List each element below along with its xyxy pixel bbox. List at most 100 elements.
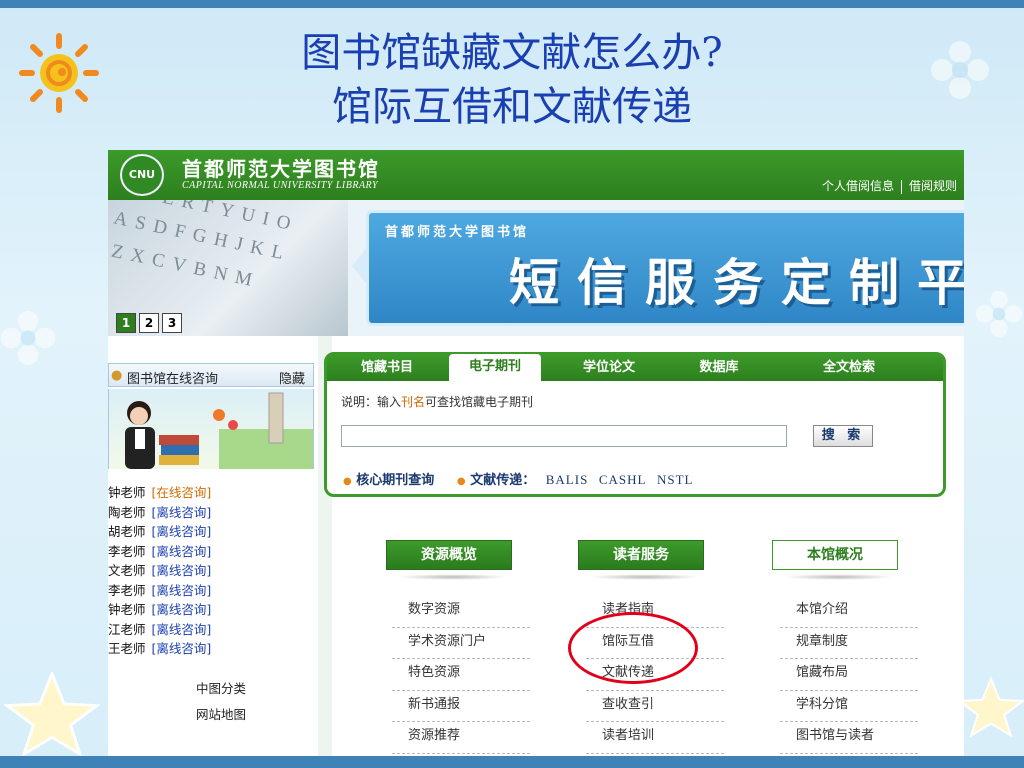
offline-consult-link[interactable]: [离线咨询]	[152, 524, 212, 539]
banner-big-title: 短信服务定制平	[509, 253, 964, 312]
core-journal-link[interactable]: 核心期刊查询	[356, 473, 434, 488]
library-name-cn[interactable]: 首都师范大学图书馆	[182, 153, 380, 182]
consult-title: 图书馆在线咨询	[127, 372, 219, 387]
search-desc-suffix: 可查找馆藏电子期刊	[425, 395, 534, 409]
link-cashl[interactable]: CASHL	[599, 472, 647, 487]
teacher-name: 钟老师	[108, 485, 146, 500]
teacher-name: 李老师	[108, 543, 146, 559]
star-decoration-icon	[958, 675, 1024, 738]
teacher-name: 胡老师	[108, 524, 146, 539]
section-reader-services-button[interactable]: 读者服务	[578, 540, 704, 570]
banner-page-2[interactable]: 2	[139, 313, 159, 333]
bullet-icon: ●	[456, 476, 466, 487]
site-header: CNU 首都师范大学图书馆 CAPITAL NORMAL UNIVERSITY …	[108, 150, 964, 200]
tab-databases[interactable]: 数据库	[673, 355, 765, 381]
flower-decoration-icon	[975, 290, 1023, 338]
link-balis[interactable]: BALIS	[546, 472, 589, 487]
slide-title: 图书馆缺藏文献怎么办? 馆际互借和文献传递	[0, 26, 1024, 134]
link-sitemap[interactable]: 网站地图	[196, 702, 246, 728]
banner-page-1[interactable]: 1	[116, 313, 136, 333]
list-item[interactable]: 特色资源	[392, 659, 530, 691]
teacher-name: 陶老师	[108, 504, 146, 520]
online-consult-link[interactable]: [在线咨询]	[152, 485, 212, 500]
teacher-illustration-icon	[125, 392, 313, 469]
teacher-row[interactable]: 钟老师 [离线咨询]	[108, 600, 314, 620]
consult-header: ● 图书馆在线咨询 隐藏	[108, 363, 314, 387]
consult-hide-button[interactable]: 隐藏	[279, 368, 305, 387]
list-item[interactable]: 规章制度	[780, 628, 918, 659]
slide-title-line1: 图书馆缺藏文献怎么办?	[301, 30, 723, 76]
search-quick-links: ● 核心期刊查询 ● 文献传递： BALIS CASHL NSTL	[343, 469, 693, 488]
list-item[interactable]: 读者培训	[586, 722, 724, 754]
journal-search-input[interactable]	[341, 425, 787, 447]
section-resources-list: 数字资源 学术资源门户 特色资源 新书通报 资源推荐	[392, 596, 530, 754]
search-panel: 馆藏书目 电子期刊 学位论文 数据库 全文检索 说明：输入刊名可查找馆藏电子期刊…	[324, 352, 946, 497]
teacher-list: 钟老师 [在线咨询] 陶老师 [离线咨询] 胡老师 [离线咨询] 李老师 [离线咨询] 文老师 […	[108, 483, 314, 659]
banner-panel[interactable]: 首都师范大学图书馆 短信服务定制平	[366, 210, 964, 326]
tab-ejournals[interactable]: 电子期刊	[449, 354, 541, 382]
list-item[interactable]: 学术资源门户	[392, 628, 530, 659]
tab-fulltext[interactable]: 全文检索	[789, 355, 909, 381]
slide-bottom-bar	[0, 756, 1024, 768]
teacher-row[interactable]: 钟老师 [在线咨询]	[108, 483, 314, 503]
teacher-name: 文老师	[108, 563, 146, 578]
teacher-row[interactable]: 江老师 [离线咨询]	[108, 620, 314, 640]
offline-consult-link[interactable]: [离线咨询]	[152, 622, 212, 637]
search-button[interactable]: 搜 索	[813, 425, 873, 447]
slide-title-line2: 馆际互借和文献传递	[332, 84, 692, 130]
consult-illustration	[108, 389, 314, 469]
list-item[interactable]: 图书馆与读者	[780, 722, 918, 754]
search-description: 说明：输入刊名可查找馆藏电子期刊	[341, 393, 533, 410]
search-tabs: 馆藏书目 电子期刊 学位论文 数据库 全文检索	[327, 354, 943, 382]
library-name-en: CAPITAL NORMAL UNIVERSITY LIBRARY	[182, 180, 379, 191]
teacher-row[interactable]: 胡老师 [离线咨询]	[108, 522, 314, 542]
header-link-borrow-info[interactable]: 个人借阅信息	[815, 179, 901, 193]
tab-theses[interactable]: 学位论文	[563, 355, 655, 381]
offline-consult-link[interactable]: [离线咨询]	[152, 563, 212, 578]
link-nstl[interactable]: NSTL	[657, 472, 694, 487]
bullet-icon: ●	[343, 476, 352, 487]
banner-small-title: 首都师范大学图书馆	[385, 225, 530, 240]
library-website: CNU 首都师范大学图书馆 CAPITAL NORMAL UNIVERSITY …	[108, 150, 964, 756]
section-about-list: 本馆介绍 规章制度 馆藏布局 学科分馆 图书馆与读者	[780, 596, 918, 754]
section-shadow	[398, 574, 508, 580]
link-classification[interactable]: 中图分类	[196, 676, 246, 702]
banner: QWERTYUIO ASDFGHJKL ZXCVBNM 123 首都师范大学图书…	[108, 200, 964, 336]
section-about-button[interactable]: 本馆概况	[772, 540, 898, 570]
section-shadow	[590, 574, 700, 580]
delivery-label: 文献传递：	[470, 473, 536, 488]
slide-top-bar	[0, 0, 1024, 8]
list-item[interactable]: 资源推荐	[392, 722, 530, 754]
section-shadow	[784, 574, 894, 580]
banner-page-3[interactable]: 3	[162, 313, 182, 333]
teacher-row[interactable]: 李老师 [离线咨询]	[108, 542, 314, 562]
teacher-row[interactable]: 陶老师 [离线咨询]	[108, 503, 314, 523]
offline-consult-link[interactable]: [离线咨询]	[152, 641, 212, 656]
list-item[interactable]: 查收查引	[586, 691, 724, 722]
consult-sidebar: ● 图书馆在线咨询 隐藏 钟老师 [在线咨询] 陶老师 [离线咨询] 胡老师 [离线咨询]…	[108, 363, 318, 756]
teacher-row[interactable]: 文老师 [离线咨询]	[108, 561, 314, 581]
banner-pager: 123	[116, 312, 185, 333]
side-links: 中图分类 网站地图	[196, 676, 246, 728]
star-decoration-icon	[4, 672, 100, 756]
teacher-row[interactable]: 王老师 [离线咨询]	[108, 639, 314, 659]
header-links: 个人借阅信息 借阅规则	[815, 177, 964, 194]
offline-consult-link[interactable]: [离线咨询]	[152, 583, 212, 598]
offline-consult-link[interactable]: [离线咨询]	[152, 505, 212, 520]
teacher-name: 李老师	[108, 582, 146, 598]
list-item[interactable]: 新书通报	[392, 691, 530, 722]
list-item[interactable]: 学科分馆	[780, 691, 918, 722]
section-resources-button[interactable]: 资源概览	[386, 540, 512, 570]
tab-catalog[interactable]: 馆藏书目	[341, 355, 433, 381]
offline-consult-link[interactable]: [离线咨询]	[152, 544, 212, 559]
list-item[interactable]: 馆藏布局	[780, 659, 918, 691]
offline-consult-link[interactable]: [离线咨询]	[152, 602, 212, 617]
header-link-borrow-rules[interactable]: 借阅规则	[902, 179, 964, 193]
library-seal-logo[interactable]: CNU	[120, 154, 164, 196]
teacher-name: 钟老师	[108, 602, 146, 617]
person-icon: ●	[111, 368, 123, 383]
teacher-row[interactable]: 李老师 [离线咨询]	[108, 581, 314, 601]
flower-decoration-icon	[0, 310, 56, 366]
list-item[interactable]: 本馆介绍	[780, 596, 918, 628]
list-item[interactable]: 数字资源	[392, 596, 530, 628]
